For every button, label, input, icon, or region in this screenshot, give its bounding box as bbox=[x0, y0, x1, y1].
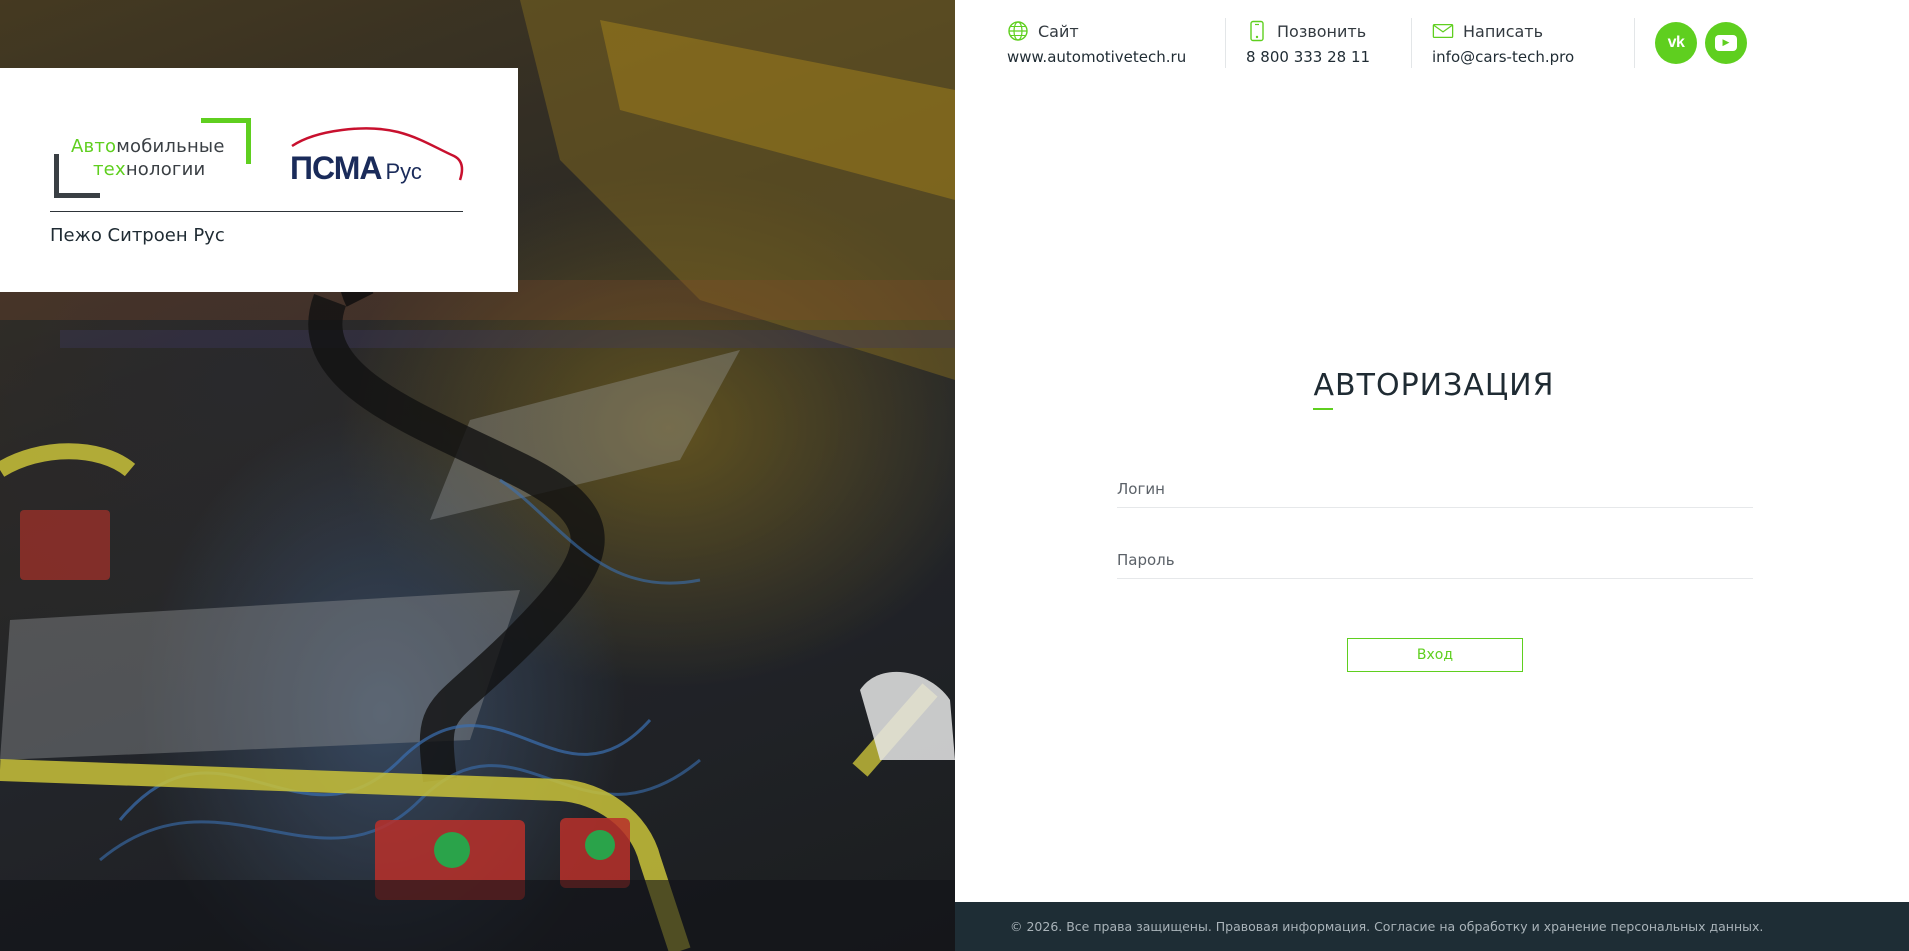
globe-icon bbox=[1008, 21, 1028, 41]
contact-separator bbox=[1411, 18, 1412, 68]
right-panel: Сайт www.automotivetech.ru Позвонить 8 8… bbox=[955, 0, 1909, 951]
envelope-icon bbox=[1432, 23, 1454, 39]
contact-mail: Написать info@cars-tech.pro bbox=[1432, 20, 1634, 70]
contact-call: Позвонить 8 800 333 28 11 bbox=[1246, 20, 1411, 70]
contact-mail-label: Написать bbox=[1463, 21, 1544, 41]
company-name: Пежо Ситроен Рус bbox=[50, 225, 225, 246]
contact-separator bbox=[1225, 18, 1226, 68]
contact-separator bbox=[1634, 18, 1635, 68]
youtube-icon: ▶ bbox=[1715, 35, 1737, 51]
background-photo: Автомобильные технологии ПСМА Рус Пежо Си… bbox=[0, 0, 955, 951]
contact-site-label: Сайт bbox=[1038, 21, 1079, 41]
site-link[interactable]: www.automotivetech.ru bbox=[1007, 48, 1205, 66]
vk-button[interactable]: vk bbox=[1655, 22, 1697, 64]
login-input[interactable] bbox=[1117, 470, 1753, 508]
footer-copyright: © 2026. Все права защищены. bbox=[1010, 919, 1212, 934]
password-input[interactable] bbox=[1117, 541, 1753, 579]
footer: © 2026. Все права защищены. Правовая инф… bbox=[955, 902, 1909, 951]
email-link[interactable]: info@cars-tech.pro bbox=[1432, 48, 1614, 66]
auth-title: АВТОРИЗАЦИЯ bbox=[1313, 368, 1555, 403]
psma-rus-logo: ПСМА Рус bbox=[286, 124, 466, 188]
automotive-tech-logo: Автомобильные технологии bbox=[50, 118, 255, 198]
logo-card: Автомобильные технологии ПСМА Рус Пежо Си… bbox=[0, 68, 518, 292]
footer-consent-link[interactable]: Согласие на обработку и хранение персона… bbox=[1374, 919, 1763, 934]
phone-link[interactable]: 8 800 333 28 11 bbox=[1246, 48, 1391, 66]
contact-call-label: Позвонить bbox=[1277, 21, 1367, 41]
youtube-button[interactable]: ▶ bbox=[1705, 22, 1747, 64]
login-button[interactable]: Вход bbox=[1347, 638, 1523, 672]
contact-site: Сайт www.automotivetech.ru bbox=[1007, 20, 1225, 70]
logo-text-line1: Автомобильные bbox=[71, 136, 225, 157]
social-links: vk ▶ bbox=[1655, 22, 1747, 70]
title-underline bbox=[1313, 408, 1333, 410]
vk-icon: vk bbox=[1667, 34, 1685, 51]
psma-logo-text: ПСМА Рус bbox=[290, 150, 422, 186]
logo-text-line2: технологии bbox=[93, 159, 206, 180]
phone-icon bbox=[1250, 20, 1264, 42]
logo-divider bbox=[50, 211, 463, 212]
footer-legal-link[interactable]: Правовая информация. bbox=[1216, 919, 1370, 934]
contacts-bar: Сайт www.automotivetech.ru Позвонить 8 8… bbox=[1007, 18, 1747, 70]
